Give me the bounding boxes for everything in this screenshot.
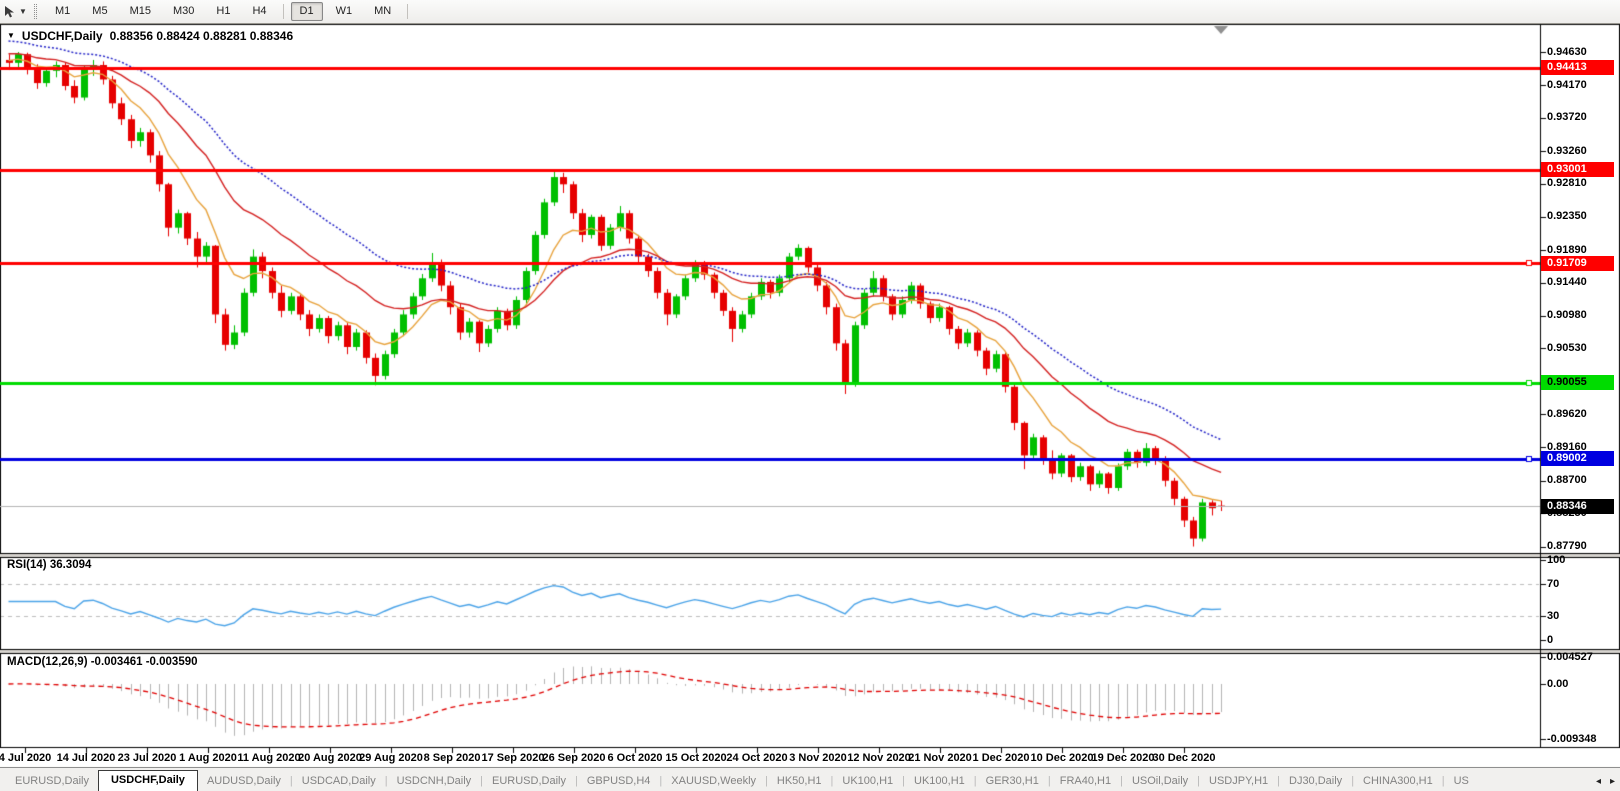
timeframe-button-mn[interactable]: MN — [365, 2, 400, 21]
cursor-tool-caret-icon[interactable]: ▼ — [17, 7, 29, 16]
date-axis-label: 29 Aug 2020 — [359, 752, 423, 764]
date-axis-label: 3 Nov 2020 — [789, 752, 846, 764]
date-axis-label: 10 Dec 2020 — [1031, 752, 1094, 764]
price-axis-tick: 0.94630 — [1547, 46, 1587, 59]
macd-axis-label: -0.009348 — [1547, 733, 1597, 746]
tab-usoil-daily[interactable]: USOil,Daily — [1123, 772, 1197, 791]
macd-indicator-label: MACD(12,26,9) -0.003461 -0.003590 — [7, 656, 198, 668]
chart-title-symbol: USDCHF,Daily — [22, 29, 103, 43]
date-axis-label: 26 Sep 2020 — [543, 752, 606, 764]
macd-axis-label: 0.00 — [1547, 678, 1568, 691]
price-axis-tick: 0.91440 — [1547, 276, 1587, 289]
timeframe-button-m1[interactable]: M1 — [46, 2, 79, 21]
price-axis-tick: 0.89620 — [1547, 408, 1587, 421]
date-axis-label: 1 Dec 2020 — [973, 752, 1030, 764]
price-axis-tick: 0.92350 — [1547, 210, 1587, 223]
tab-eurusd-daily[interactable]: EURUSD,Daily — [483, 772, 575, 791]
timeframe-button-d1[interactable]: D1 — [291, 2, 323, 21]
price-axis-tick: 0.87790 — [1547, 540, 1587, 553]
price-axis-tick: 0.93260 — [1547, 145, 1587, 158]
price-axis-tick: 0.94170 — [1547, 79, 1587, 92]
tab-usdjpy-h1[interactable]: USDJPY,H1 — [1200, 772, 1277, 791]
tab-eurusd-daily[interactable]: EURUSD,Daily — [6, 772, 98, 791]
date-axis-label: 6 Oct 2020 — [607, 752, 662, 764]
date-axis-label: 1 Aug 2020 — [179, 752, 237, 764]
timeframe-button-w1[interactable]: W1 — [327, 2, 362, 21]
tab-ger30-h1[interactable]: GER30,H1 — [977, 772, 1048, 791]
date-axis-label: 12 Nov 2020 — [847, 752, 911, 764]
tab-fra40-h1[interactable]: FRA40,H1 — [1051, 772, 1120, 791]
timeframe-buttons: M1M5 M15M30H1H4 D1W1MN — [44, 2, 413, 21]
chart-menu-icon[interactable]: ▼ — [7, 31, 15, 41]
tabs-scroll-left-button[interactable]: ◂ — [1596, 776, 1601, 787]
date-axis-label: 23 Jul 2020 — [118, 752, 177, 764]
tab-uk100-h1[interactable]: UK100,H1 — [905, 772, 974, 791]
chart-title-ohlc: 0.88356 0.88424 0.88281 0.88346 — [110, 29, 294, 43]
date-axis-label: 30 Dec 2020 — [1153, 752, 1216, 764]
tab-hk50-h1[interactable]: HK50,H1 — [768, 772, 831, 791]
date-axis-label: 11 Aug 2020 — [237, 752, 300, 764]
date-axis-label: 14 Jul 2020 — [57, 752, 116, 764]
hline-price-label[interactable]: 0.93001 — [1541, 162, 1614, 177]
tab-gbpusd-h4[interactable]: GBPUSD,H4 — [578, 772, 660, 791]
date-axis-label: 15 Oct 2020 — [665, 752, 726, 764]
tab-xauusd-weekly[interactable]: XAUUSD,Weekly — [662, 772, 765, 791]
rsi-axis-label: 0 — [1547, 634, 1553, 647]
rsi-indicator-label: RSI(14) 36.3094 — [7, 559, 91, 571]
date-axis-label: 8 Sep 2020 — [424, 752, 481, 764]
date-axis-label: 17 Sep 2020 — [482, 752, 545, 764]
chart-title: ▼ USDCHF,Daily 0.88356 0.88424 0.88281 0… — [7, 29, 293, 43]
toolbar-grip — [34, 4, 37, 19]
timeframe-button-h4[interactable]: H4 — [243, 2, 275, 21]
toolbar-separator — [407, 4, 408, 19]
toolbar-separator — [283, 4, 284, 19]
tab-uk100-h1[interactable]: UK100,H1 — [833, 772, 902, 791]
tabs-scroll: ◂ ▸ — [1596, 776, 1615, 787]
tab-dj30-daily[interactable]: DJ30,Daily — [1280, 772, 1351, 791]
tab-usdchf-daily[interactable]: USDCHF,Daily — [98, 770, 198, 791]
current-price-label: 0.88346 — [1541, 499, 1614, 514]
tabs-scroll-right-button[interactable]: ▸ — [1610, 776, 1615, 787]
tab-china300-h1[interactable]: CHINA300,H1 — [1354, 772, 1442, 791]
price-chart-canvas[interactable] — [0, 0, 1620, 790]
date-axis-label: 21 Nov 2020 — [908, 752, 972, 764]
tab-audusd-daily[interactable]: AUDUSD,Daily — [198, 772, 290, 791]
price-axis-tick: 0.92810 — [1547, 177, 1587, 190]
rsi-axis-label: 70 — [1547, 578, 1559, 591]
hline-price-label[interactable]: 0.91709 — [1541, 256, 1614, 271]
toolbar: ▼ M1M5 M15M30H1H4 D1W1MN — [0, 0, 1620, 24]
date-axis-label: 19 Dec 2020 — [1092, 752, 1155, 764]
chart-tabbar: EURUSD,DailyUSDCHF,DailyAUDUSD,Daily|USD… — [0, 767, 1620, 791]
price-axis-tick: 0.91890 — [1547, 244, 1587, 257]
timeframe-button-m30[interactable]: M30 — [164, 2, 203, 21]
tab-usdcnh-daily[interactable]: USDCNH,Daily — [388, 772, 481, 791]
timeframe-button-m5[interactable]: M5 — [83, 2, 116, 21]
cursor-tool-icon[interactable] — [1, 4, 17, 20]
rsi-axis-label: 30 — [1547, 610, 1559, 623]
rsi-axis-label: 100 — [1547, 554, 1565, 567]
date-axis-label: 20 Aug 2020 — [298, 752, 362, 764]
tabs-strip: EURUSD,DailyUSDCHF,DailyAUDUSD,Daily|USD… — [0, 770, 1584, 791]
tab-us[interactable]: US — [1445, 772, 1469, 791]
timeframe-button-h1[interactable]: H1 — [207, 2, 239, 21]
hline-price-label[interactable]: 0.90055 — [1541, 375, 1614, 390]
hline-price-label[interactable]: 0.89002 — [1541, 451, 1614, 466]
hline-price-label[interactable]: 0.94413 — [1541, 60, 1614, 75]
timeframe-button-m15[interactable]: M15 — [121, 2, 160, 21]
date-axis-label: 24 Oct 2020 — [726, 752, 787, 764]
price-axis-tick: 0.93720 — [1547, 111, 1587, 124]
price-axis-tick: 0.90980 — [1547, 309, 1587, 322]
tab-usdcad-daily[interactable]: USDCAD,Daily — [293, 772, 385, 791]
date-axis-label: 4 Jul 2020 — [0, 752, 51, 764]
price-axis-tick: 0.90530 — [1547, 342, 1587, 355]
price-axis-tick: 0.88700 — [1547, 474, 1587, 487]
macd-axis-label: 0.004527 — [1547, 651, 1593, 664]
